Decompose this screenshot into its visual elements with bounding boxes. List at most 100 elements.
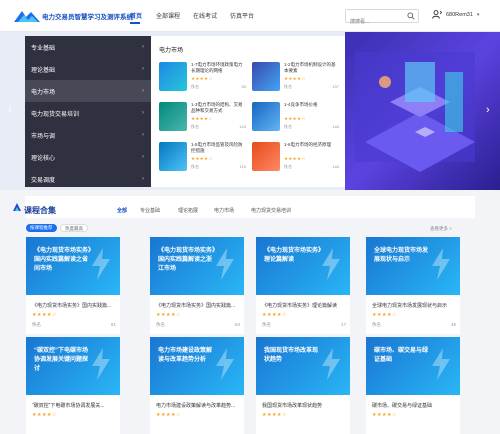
rating-stars: ★★★★☆	[284, 156, 306, 161]
course-card[interactable]: “碳双控”下电碳市场协调发展关键问题探讨 “碳双控”下电碳市场协调发展关... …	[26, 337, 120, 434]
course-item[interactable]: 1-7电力市场环境政策电力长期理论的网络 ★★★★☆ 佚名 55	[159, 62, 246, 96]
tab-all[interactable]: 全部	[117, 207, 127, 214]
rating-stars: ★★★★☆	[32, 412, 57, 418]
chevron-down-icon: ▾	[476, 11, 480, 18]
view-count: 54	[234, 322, 240, 327]
card-banner: 《电力现货市场实务》国内实践篇解读之浙江市场	[150, 237, 244, 295]
course-thumbnail	[252, 102, 280, 131]
card-banner: 碳市场、碳交易与绿证基础	[366, 337, 460, 395]
nav-home[interactable]: 首页	[130, 11, 142, 20]
category-course-panel: 电力市场 1-7电力市场环境政策电力长期理论的网络 ★★★★☆ 佚名 55 1-2…	[151, 36, 345, 187]
card-title: 碳市场、碳交易与绿证基础	[372, 403, 433, 409]
card-banner: 《电力现货市场实务》国内实践篇解读之省间市场	[26, 237, 120, 295]
card-author: 佚名	[372, 322, 381, 327]
course-item[interactable]: 1-3电力市场的结构、交易品种和交易方式 ★★★★☆ 佚名 144	[159, 102, 246, 136]
course-item[interactable]: 1-6电力市场的经济原理 ★★★★☆ 佚名 146	[252, 142, 339, 176]
card-title: 《电力现货市场实务》国内实践篇...	[156, 303, 236, 309]
search-icon[interactable]	[404, 10, 418, 22]
course-author: 佚名	[284, 164, 292, 169]
rating-stars: ★★★★☆	[372, 312, 397, 318]
course-author: 佚名	[191, 164, 199, 169]
carousel-prev-icon[interactable]: ‹	[8, 104, 12, 116]
hero-illustration	[345, 32, 500, 190]
tab-theory[interactable]: 理论拓展	[178, 207, 198, 214]
lightning-icon	[216, 248, 234, 280]
nav-all-courses[interactable]: 全部课程	[156, 11, 180, 20]
rating-stars: ★★★★☆	[191, 76, 213, 81]
lightning-icon	[92, 348, 110, 380]
username: 680Rem31	[446, 11, 473, 18]
view-count: 46	[450, 322, 456, 327]
view-count: 119	[239, 164, 246, 169]
course-card[interactable]: 电力市场建设政策解读与改革趋势分析 电力市场建设政策解读与改革趋势... ★★★…	[150, 337, 244, 434]
search-box	[345, 9, 419, 28]
course-card[interactable]: 全球电力现货市场发展现状与启示 全球电力现货市场发展现状与启示 ★★★★☆ 佚名…	[366, 237, 460, 334]
tab-power-market[interactable]: 电力市场	[214, 207, 234, 214]
course-card[interactable]: 《电力现货市场实务》国内实践篇解读之省间市场 《电力现货市场实务》国内实践篇..…	[26, 237, 120, 334]
collection-header	[25, 196, 475, 218]
view-count: 137	[332, 84, 339, 89]
card-banner: “碳双控”下电碳市场协调发展关键问题探讨	[26, 337, 120, 395]
top-bar: 电力交易员智慧学习及测评系统 首页 全部课程 在线考试 仿真平台 680Rem3…	[0, 0, 500, 32]
rating-stars: ★★★★☆	[372, 412, 397, 418]
course-card[interactable]: 我国现货市场改革现状趋势 我国现货市场改革现状趋势 ★★★★☆	[256, 337, 350, 434]
category-item-power-market[interactable]: 电力市场 ›	[25, 80, 151, 102]
rating-stars: ★★★★☆	[284, 76, 306, 81]
category-item-market-dispatch[interactable]: 市场与调 ›	[25, 124, 151, 146]
nav-simulation[interactable]: 仿真平台	[230, 11, 254, 20]
nav-active-indicator	[130, 22, 140, 24]
user-menu[interactable]: 680Rem31 ▾	[432, 10, 479, 19]
carousel-next-icon[interactable]: ›	[486, 104, 490, 116]
card-banner: 电力市场建设政策解读与改革趋势分析	[150, 337, 244, 395]
card-author: 佚名	[156, 322, 165, 327]
course-card[interactable]: 《电力现货市场实务》理论篇解读 《电力现货市场实务》理论篇解读 ★★★★☆ 佚名…	[256, 237, 350, 334]
rating-stars: ★★★★☆	[156, 312, 181, 318]
view-count: 55	[241, 84, 246, 89]
rating-stars: ★★★★☆	[191, 116, 213, 121]
tab-spot-training[interactable]: 电力现货交易培训	[251, 207, 291, 214]
rating-stars: ★★★★☆	[32, 312, 57, 318]
category-item-theory[interactable]: 理论基础 ›	[25, 58, 151, 80]
chevron-right-icon: ›	[142, 88, 144, 94]
course-item[interactable]: 1-5电力市场监管及风险防控措施 ★★★★☆ 佚名 119	[159, 142, 246, 176]
course-item[interactable]: 1-2电力市场机制设计的基本要素 ★★★★☆ 佚名 137	[252, 62, 339, 96]
chevron-right-icon: ›	[142, 66, 144, 72]
chevron-right-icon: ›	[142, 154, 144, 160]
course-author: 佚名	[191, 124, 199, 129]
category-item-theory-core[interactable]: 理论核心 ›	[25, 146, 151, 168]
logo-icon[interactable]	[12, 8, 42, 24]
rating-stars: ★★★★☆	[156, 412, 181, 418]
course-author: 佚名	[284, 124, 292, 129]
tab-basics[interactable]: 专业基础	[140, 207, 160, 214]
rating-stars: ★★★★☆	[191, 156, 213, 161]
card-banner: 我国现货市场改革现状趋势	[256, 337, 350, 395]
panel-title: 电力市场	[159, 48, 184, 54]
course-item[interactable]: 1-4竞争市场价格 ★★★★☆ 佚名 146	[252, 102, 339, 136]
category-item-spot-training[interactable]: 电力现货交易培训 ›	[25, 102, 151, 124]
search-input[interactable]	[346, 16, 402, 28]
view-count: 17	[340, 322, 346, 327]
card-banner: 全球电力现货市场发展现状与启示	[366, 237, 460, 295]
user-icon	[432, 10, 442, 19]
filter-recommended[interactable]: 按课程推荐	[26, 224, 57, 232]
course-card[interactable]: 《电力现货市场实务》国内实践篇解读之浙江市场 《电力现货市场实务》国内实践篇..…	[150, 237, 244, 334]
course-thumbnail	[252, 62, 280, 91]
course-card[interactable]: 碳市场、碳交易与绿证基础 碳市场、碳交易与绿证基础 ★★★★☆	[366, 337, 460, 434]
lightning-icon	[322, 248, 340, 280]
rating-stars: ★★★★☆	[284, 116, 306, 121]
filter-popular[interactable]: 热度最高	[60, 224, 88, 232]
card-author: 佚名	[32, 322, 41, 327]
lightning-icon	[92, 248, 110, 280]
brand-title: 电力交易员智慧学习及测评系统	[42, 14, 133, 21]
category-item-trading-dispatch[interactable]: 交易调度 ›	[25, 168, 151, 190]
chevron-right-icon: ›	[142, 110, 144, 116]
nav-online-exam[interactable]: 在线考试	[193, 11, 217, 20]
course-thumbnail	[159, 102, 187, 131]
category-item-basics[interactable]: 专业基础 ›	[25, 36, 151, 58]
course-author: 佚名	[191, 84, 199, 89]
view-count: 81	[110, 322, 116, 327]
course-thumbnail	[159, 142, 187, 171]
course-author: 佚名	[284, 84, 292, 89]
view-more-link[interactable]: 查看更多 >	[430, 226, 452, 232]
chevron-right-icon: ›	[142, 44, 144, 50]
